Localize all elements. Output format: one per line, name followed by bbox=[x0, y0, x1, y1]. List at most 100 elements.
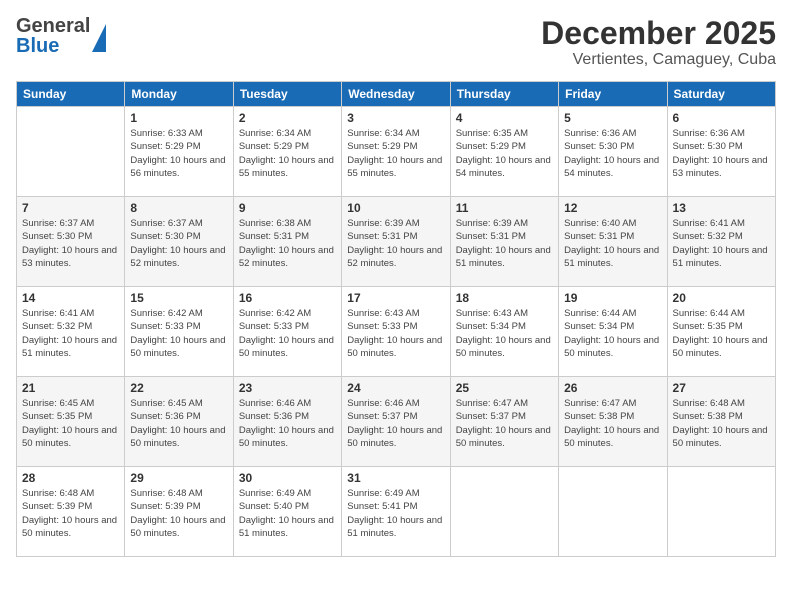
calendar-cell: 26Sunrise: 6:47 AM Sunset: 5:38 PM Dayli… bbox=[559, 377, 667, 467]
title-block: December 2025 Vertientes, Camaguey, Cuba bbox=[541, 16, 776, 69]
cell-detail: Sunrise: 6:43 AM Sunset: 5:34 PM Dayligh… bbox=[456, 307, 553, 360]
cell-detail: Sunrise: 6:48 AM Sunset: 5:39 PM Dayligh… bbox=[130, 487, 227, 540]
cell-detail: Sunrise: 6:36 AM Sunset: 5:30 PM Dayligh… bbox=[673, 127, 770, 180]
cell-day-number: 21 bbox=[22, 381, 119, 395]
calendar-cell: 6 Sunrise: 6:36 AM Sunset: 5:30 PM Daylig… bbox=[667, 107, 775, 197]
cell-day-number: 6 bbox=[673, 111, 770, 125]
calendar-cell: 16 Sunrise: 6:42 AM Sunset: 5:33 PM Dayli… bbox=[233, 287, 341, 377]
calendar-cell bbox=[559, 467, 667, 557]
logo-triangle-icon bbox=[92, 24, 106, 52]
cell-detail: Sunrise: 6:42 AM Sunset: 5:33 PM Dayligh… bbox=[130, 307, 227, 360]
calendar-cell: 29 Sunrise: 6:48 AM Sunset: 5:39 PM Dayli… bbox=[125, 467, 233, 557]
cell-detail: Sunrise: 6:45 AM Sunset: 5:35 PM Dayligh… bbox=[22, 397, 119, 450]
logo: General Blue bbox=[16, 16, 106, 56]
calendar-day-header: Sunday bbox=[17, 82, 125, 107]
cell-detail: Sunrise: 6:39 AM Sunset: 5:31 PM Dayligh… bbox=[456, 217, 553, 270]
cell-day-number: 9 bbox=[239, 201, 336, 215]
cell-detail: Sunrise: 6:42 AM Sunset: 5:33 PM Dayligh… bbox=[239, 307, 336, 360]
calendar-cell: 3Sunrise: 6:34 AM Sunset: 5:29 PM Daylig… bbox=[342, 107, 450, 197]
calendar-day-header: Saturday bbox=[667, 82, 775, 107]
calendar-cell: 27Sunrise: 6:48 AM Sunset: 5:38 PM Dayli… bbox=[667, 377, 775, 467]
calendar-cell: 9 Sunrise: 6:38 AM Sunset: 5:31 PM Daylig… bbox=[233, 197, 341, 287]
cell-detail: Sunrise: 6:46 AM Sunset: 5:36 PM Dayligh… bbox=[239, 397, 336, 450]
cell-day-number: 5 bbox=[564, 111, 661, 125]
cell-day-number: 28 bbox=[22, 471, 119, 485]
calendar-table: SundayMondayTuesdayWednesdayThursdayFrid… bbox=[16, 81, 776, 557]
cell-detail: Sunrise: 6:49 AM Sunset: 5:41 PM Dayligh… bbox=[347, 487, 444, 540]
calendar-cell: 30Sunrise: 6:49 AM Sunset: 5:40 PM Dayli… bbox=[233, 467, 341, 557]
calendar-cell: 28 Sunrise: 6:48 AM Sunset: 5:39 PM Dayli… bbox=[17, 467, 125, 557]
cell-detail: Sunrise: 6:48 AM Sunset: 5:38 PM Dayligh… bbox=[673, 397, 770, 450]
cell-detail: Sunrise: 6:48 AM Sunset: 5:39 PM Dayligh… bbox=[22, 487, 119, 540]
cell-detail: Sunrise: 6:41 AM Sunset: 5:32 PM Dayligh… bbox=[673, 217, 770, 270]
cell-day-number: 10 bbox=[347, 201, 444, 215]
calendar-week-row: 1Sunrise: 6:33 AM Sunset: 5:29 PM Daylig… bbox=[17, 107, 776, 197]
calendar-cell: 24Sunrise: 6:46 AM Sunset: 5:37 PM Dayli… bbox=[342, 377, 450, 467]
calendar-cell: 14Sunrise: 6:41 AM Sunset: 5:32 PM Dayli… bbox=[17, 287, 125, 377]
calendar-cell: 15 Sunrise: 6:42 AM Sunset: 5:33 PM Dayli… bbox=[125, 287, 233, 377]
cell-day-number: 22 bbox=[130, 381, 227, 395]
cell-day-number: 13 bbox=[673, 201, 770, 215]
cell-day-number: 25 bbox=[456, 381, 553, 395]
calendar-cell bbox=[450, 467, 558, 557]
cell-detail: Sunrise: 6:37 AM Sunset: 5:30 PM Dayligh… bbox=[22, 217, 119, 270]
cell-day-number: 15 bbox=[130, 291, 227, 305]
calendar-cell bbox=[667, 467, 775, 557]
calendar-cell: 13 Sunrise: 6:41 AM Sunset: 5:32 PM Dayli… bbox=[667, 197, 775, 287]
cell-detail: Sunrise: 6:37 AM Sunset: 5:30 PM Dayligh… bbox=[130, 217, 227, 270]
cell-day-number: 11 bbox=[456, 201, 553, 215]
cell-day-number: 17 bbox=[347, 291, 444, 305]
cell-detail: Sunrise: 6:43 AM Sunset: 5:33 PM Dayligh… bbox=[347, 307, 444, 360]
cell-detail: Sunrise: 6:36 AM Sunset: 5:30 PM Dayligh… bbox=[564, 127, 661, 180]
page: General Blue December 2025 Vertientes, C… bbox=[0, 0, 792, 612]
cell-day-number: 23 bbox=[239, 381, 336, 395]
cell-day-number: 12 bbox=[564, 201, 661, 215]
calendar-cell: 10 Sunrise: 6:39 AM Sunset: 5:31 PM Dayli… bbox=[342, 197, 450, 287]
cell-detail: Sunrise: 6:39 AM Sunset: 5:31 PM Dayligh… bbox=[347, 217, 444, 270]
cell-detail: Sunrise: 6:33 AM Sunset: 5:29 PM Dayligh… bbox=[130, 127, 227, 180]
calendar-cell bbox=[17, 107, 125, 197]
cell-day-number: 2 bbox=[239, 111, 336, 125]
cell-day-number: 3 bbox=[347, 111, 444, 125]
cell-day-number: 18 bbox=[456, 291, 553, 305]
page-title: December 2025 bbox=[541, 16, 776, 51]
calendar-week-row: 14Sunrise: 6:41 AM Sunset: 5:32 PM Dayli… bbox=[17, 287, 776, 377]
cell-detail: Sunrise: 6:38 AM Sunset: 5:31 PM Dayligh… bbox=[239, 217, 336, 270]
calendar-cell: 2Sunrise: 6:34 AM Sunset: 5:29 PM Daylig… bbox=[233, 107, 341, 197]
calendar-cell: 22 Sunrise: 6:45 AM Sunset: 5:36 PM Dayli… bbox=[125, 377, 233, 467]
cell-day-number: 20 bbox=[673, 291, 770, 305]
calendar-cell: 4 Sunrise: 6:35 AM Sunset: 5:29 PM Daylig… bbox=[450, 107, 558, 197]
calendar-header-row: SundayMondayTuesdayWednesdayThursdayFrid… bbox=[17, 82, 776, 107]
calendar-cell: 18 Sunrise: 6:43 AM Sunset: 5:34 PM Dayli… bbox=[450, 287, 558, 377]
calendar-cell: 25 Sunrise: 6:47 AM Sunset: 5:37 PM Dayli… bbox=[450, 377, 558, 467]
cell-day-number: 16 bbox=[239, 291, 336, 305]
cell-day-number: 29 bbox=[130, 471, 227, 485]
logo-blue-text: Blue bbox=[16, 36, 90, 56]
calendar-cell: 8 Sunrise: 6:37 AM Sunset: 5:30 PM Daylig… bbox=[125, 197, 233, 287]
calendar-cell: 11 Sunrise: 6:39 AM Sunset: 5:31 PM Dayli… bbox=[450, 197, 558, 287]
cell-detail: Sunrise: 6:35 AM Sunset: 5:29 PM Dayligh… bbox=[456, 127, 553, 180]
cell-day-number: 8 bbox=[130, 201, 227, 215]
cell-day-number: 24 bbox=[347, 381, 444, 395]
calendar-cell: 7 Sunrise: 6:37 AM Sunset: 5:30 PM Daylig… bbox=[17, 197, 125, 287]
calendar-cell: 12Sunrise: 6:40 AM Sunset: 5:31 PM Dayli… bbox=[559, 197, 667, 287]
calendar-day-header: Friday bbox=[559, 82, 667, 107]
cell-detail: Sunrise: 6:49 AM Sunset: 5:40 PM Dayligh… bbox=[239, 487, 336, 540]
cell-detail: Sunrise: 6:45 AM Sunset: 5:36 PM Dayligh… bbox=[130, 397, 227, 450]
calendar-cell: 1Sunrise: 6:33 AM Sunset: 5:29 PM Daylig… bbox=[125, 107, 233, 197]
calendar-week-row: 28 Sunrise: 6:48 AM Sunset: 5:39 PM Dayli… bbox=[17, 467, 776, 557]
cell-detail: Sunrise: 6:44 AM Sunset: 5:34 PM Dayligh… bbox=[564, 307, 661, 360]
cell-day-number: 4 bbox=[456, 111, 553, 125]
calendar-cell: 23 Sunrise: 6:46 AM Sunset: 5:36 PM Dayli… bbox=[233, 377, 341, 467]
logo-general-text: General bbox=[16, 16, 90, 36]
cell-day-number: 31 bbox=[347, 471, 444, 485]
page-subtitle: Vertientes, Camaguey, Cuba bbox=[541, 51, 776, 69]
cell-day-number: 26 bbox=[564, 381, 661, 395]
cell-day-number: 7 bbox=[22, 201, 119, 215]
logo-letters: General Blue bbox=[16, 16, 90, 56]
cell-detail: Sunrise: 6:47 AM Sunset: 5:37 PM Dayligh… bbox=[456, 397, 553, 450]
calendar-cell: 21 Sunrise: 6:45 AM Sunset: 5:35 PM Dayli… bbox=[17, 377, 125, 467]
calendar-week-row: 21 Sunrise: 6:45 AM Sunset: 5:35 PM Dayli… bbox=[17, 377, 776, 467]
calendar-cell: 17 Sunrise: 6:43 AM Sunset: 5:33 PM Dayli… bbox=[342, 287, 450, 377]
calendar-day-header: Thursday bbox=[450, 82, 558, 107]
